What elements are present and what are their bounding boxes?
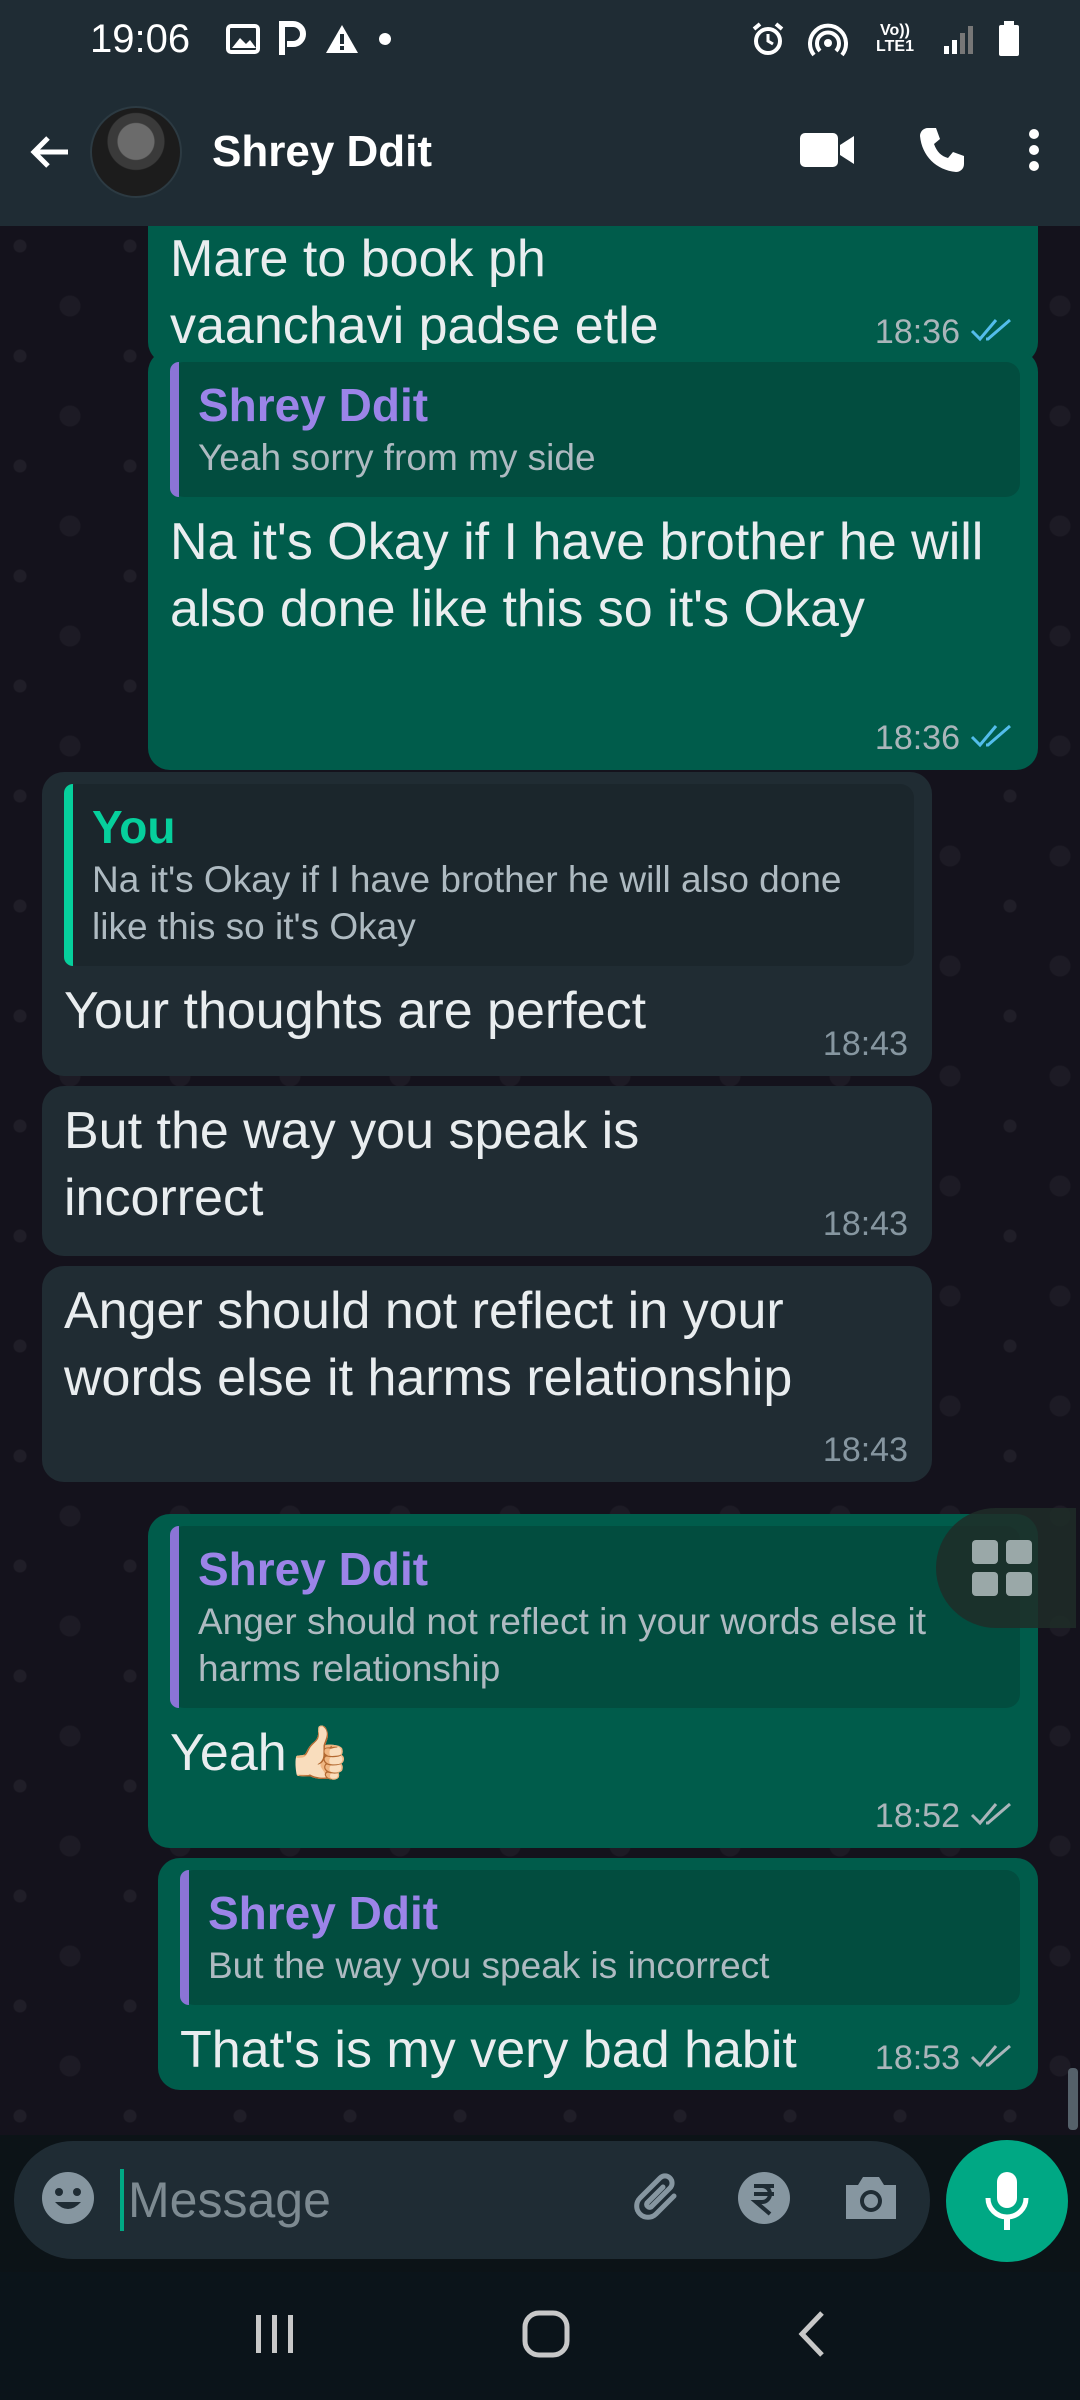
- message-text: Na it's Okay if I have brother he will a…: [170, 513, 984, 638]
- message-input[interactable]: Message: [128, 2171, 331, 2229]
- dot-icon: [378, 32, 392, 46]
- contact-name[interactable]: Shrey Ddit: [212, 127, 432, 177]
- floating-grid-button[interactable]: [936, 1508, 1076, 1628]
- message-bubble-outgoing[interactable]: Mare to book ph vaanchavi padse etle 18:…: [148, 226, 1038, 364]
- read-ticks-icon: [970, 313, 1014, 352]
- home-icon[interactable]: [521, 2309, 571, 2364]
- status-time: 19:06: [90, 16, 191, 61]
- message-time: 18:53: [874, 2039, 960, 2077]
- video-call-icon[interactable]: [800, 131, 856, 174]
- message-text: But the way you speak is incorrect: [64, 1102, 640, 1227]
- message-bubble-incoming[interactable]: Anger should not reflect in your words e…: [42, 1266, 932, 1482]
- status-bar: 19:06 Vo)) LTE1: [0, 0, 1080, 78]
- message-meta: 18:43: [823, 1205, 908, 1244]
- quoted-message[interactable]: Shrey Ddit But the way you speak is inco…: [180, 1870, 1020, 2005]
- message-text: Yeah👍🏻: [170, 1724, 352, 1782]
- chat-header: Shrey Ddit: [0, 78, 1080, 226]
- back-icon[interactable]: [794, 2309, 828, 2364]
- attach-icon[interactable]: [630, 2170, 686, 2231]
- warning-icon: [324, 23, 360, 55]
- message-composer: Message: [14, 2141, 930, 2259]
- message-meta: 18:43: [823, 1431, 908, 1470]
- message-time: 18:43: [822, 1205, 908, 1243]
- message-bubble-outgoing[interactable]: Shrey Ddit But the way you speak is inco…: [158, 1858, 1038, 2090]
- scrollbar-thumb[interactable]: [1068, 2068, 1078, 2130]
- message-text: Your thoughts are perfect: [64, 982, 647, 1040]
- phone-icon[interactable]: [918, 126, 966, 179]
- message-time: 18:52: [874, 1797, 960, 1835]
- quote-author: You: [92, 801, 176, 853]
- voice-record-button[interactable]: [946, 2140, 1068, 2262]
- signal-icon: [942, 24, 976, 54]
- message-list[interactable]: Mare to book ph vaanchavi padse etle 18:…: [0, 226, 1080, 2135]
- message-meta: 18:36: [875, 719, 1014, 758]
- message-time: 18:43: [822, 1431, 908, 1469]
- rupee-payment-icon[interactable]: [736, 2170, 792, 2231]
- quote-text: Na it's Okay if I have brother he will a…: [92, 859, 842, 947]
- message-meta: 18:52: [875, 1797, 1014, 1836]
- parking-icon: [278, 21, 307, 57]
- quoted-message[interactable]: Shrey Ddit Anger should not reflect in y…: [170, 1526, 1020, 1708]
- quoted-message[interactable]: Shrey Ddit Yeah sorry from my side: [170, 362, 1020, 497]
- quote-text: But the way you speak is incorrect: [208, 1945, 770, 1986]
- read-ticks-icon: [970, 719, 1014, 758]
- message-text: Anger should not reflect in your words e…: [64, 1282, 793, 1407]
- message-bubble-incoming[interactable]: You Na it's Okay if I have brother he wi…: [42, 772, 932, 1076]
- text-caret: [120, 2169, 124, 2231]
- quote-author: Shrey Ddit: [208, 1887, 439, 1939]
- recent-apps-icon[interactable]: [252, 2311, 298, 2362]
- quote-author: Shrey Ddit: [198, 379, 429, 431]
- back-arrow-icon[interactable]: [20, 122, 80, 182]
- message-meta: 18:53: [875, 2039, 1014, 2078]
- alarm-icon: [750, 21, 786, 57]
- delivered-ticks-icon: [970, 1797, 1014, 1836]
- message-time: 18:36: [874, 719, 960, 757]
- quote-text: Anger should not reflect in your words e…: [198, 1601, 927, 1689]
- message-bubble-outgoing[interactable]: Shrey Ddit Anger should not reflect in y…: [148, 1514, 1038, 1848]
- message-bubble-outgoing[interactable]: Shrey Ddit Yeah sorry from my side Na it…: [148, 350, 1038, 770]
- delivered-ticks-icon: [970, 2039, 1014, 2078]
- message-bubble-incoming[interactable]: But the way you speak is incorrect 18:43: [42, 1086, 932, 1256]
- message-meta: 18:43: [823, 1025, 908, 1064]
- battery-icon: [998, 21, 1020, 57]
- gallery-icon: [226, 24, 261, 54]
- message-time: 18:43: [822, 1025, 908, 1063]
- message-text: Mare to book ph vaanchavi padse etle: [170, 230, 659, 355]
- network-type-label: Vo)) LTE1: [876, 22, 914, 55]
- message-meta: 18:36: [875, 313, 1014, 352]
- emoji-icon[interactable]: [40, 2170, 96, 2231]
- more-options-icon[interactable]: [1028, 128, 1040, 177]
- message-time: 18:36: [874, 313, 960, 351]
- grid-icon: [972, 1540, 1032, 1596]
- quote-text: Yeah sorry from my side: [198, 437, 596, 478]
- camera-icon[interactable]: [842, 2173, 900, 2228]
- contact-avatar[interactable]: [90, 106, 182, 198]
- mic-icon: [985, 2172, 1029, 2230]
- quote-author: Shrey Ddit: [198, 1543, 429, 1595]
- hotspot-icon: [808, 21, 848, 57]
- quoted-message[interactable]: You Na it's Okay if I have brother he wi…: [64, 784, 914, 966]
- system-nav-bar: [0, 2272, 1080, 2400]
